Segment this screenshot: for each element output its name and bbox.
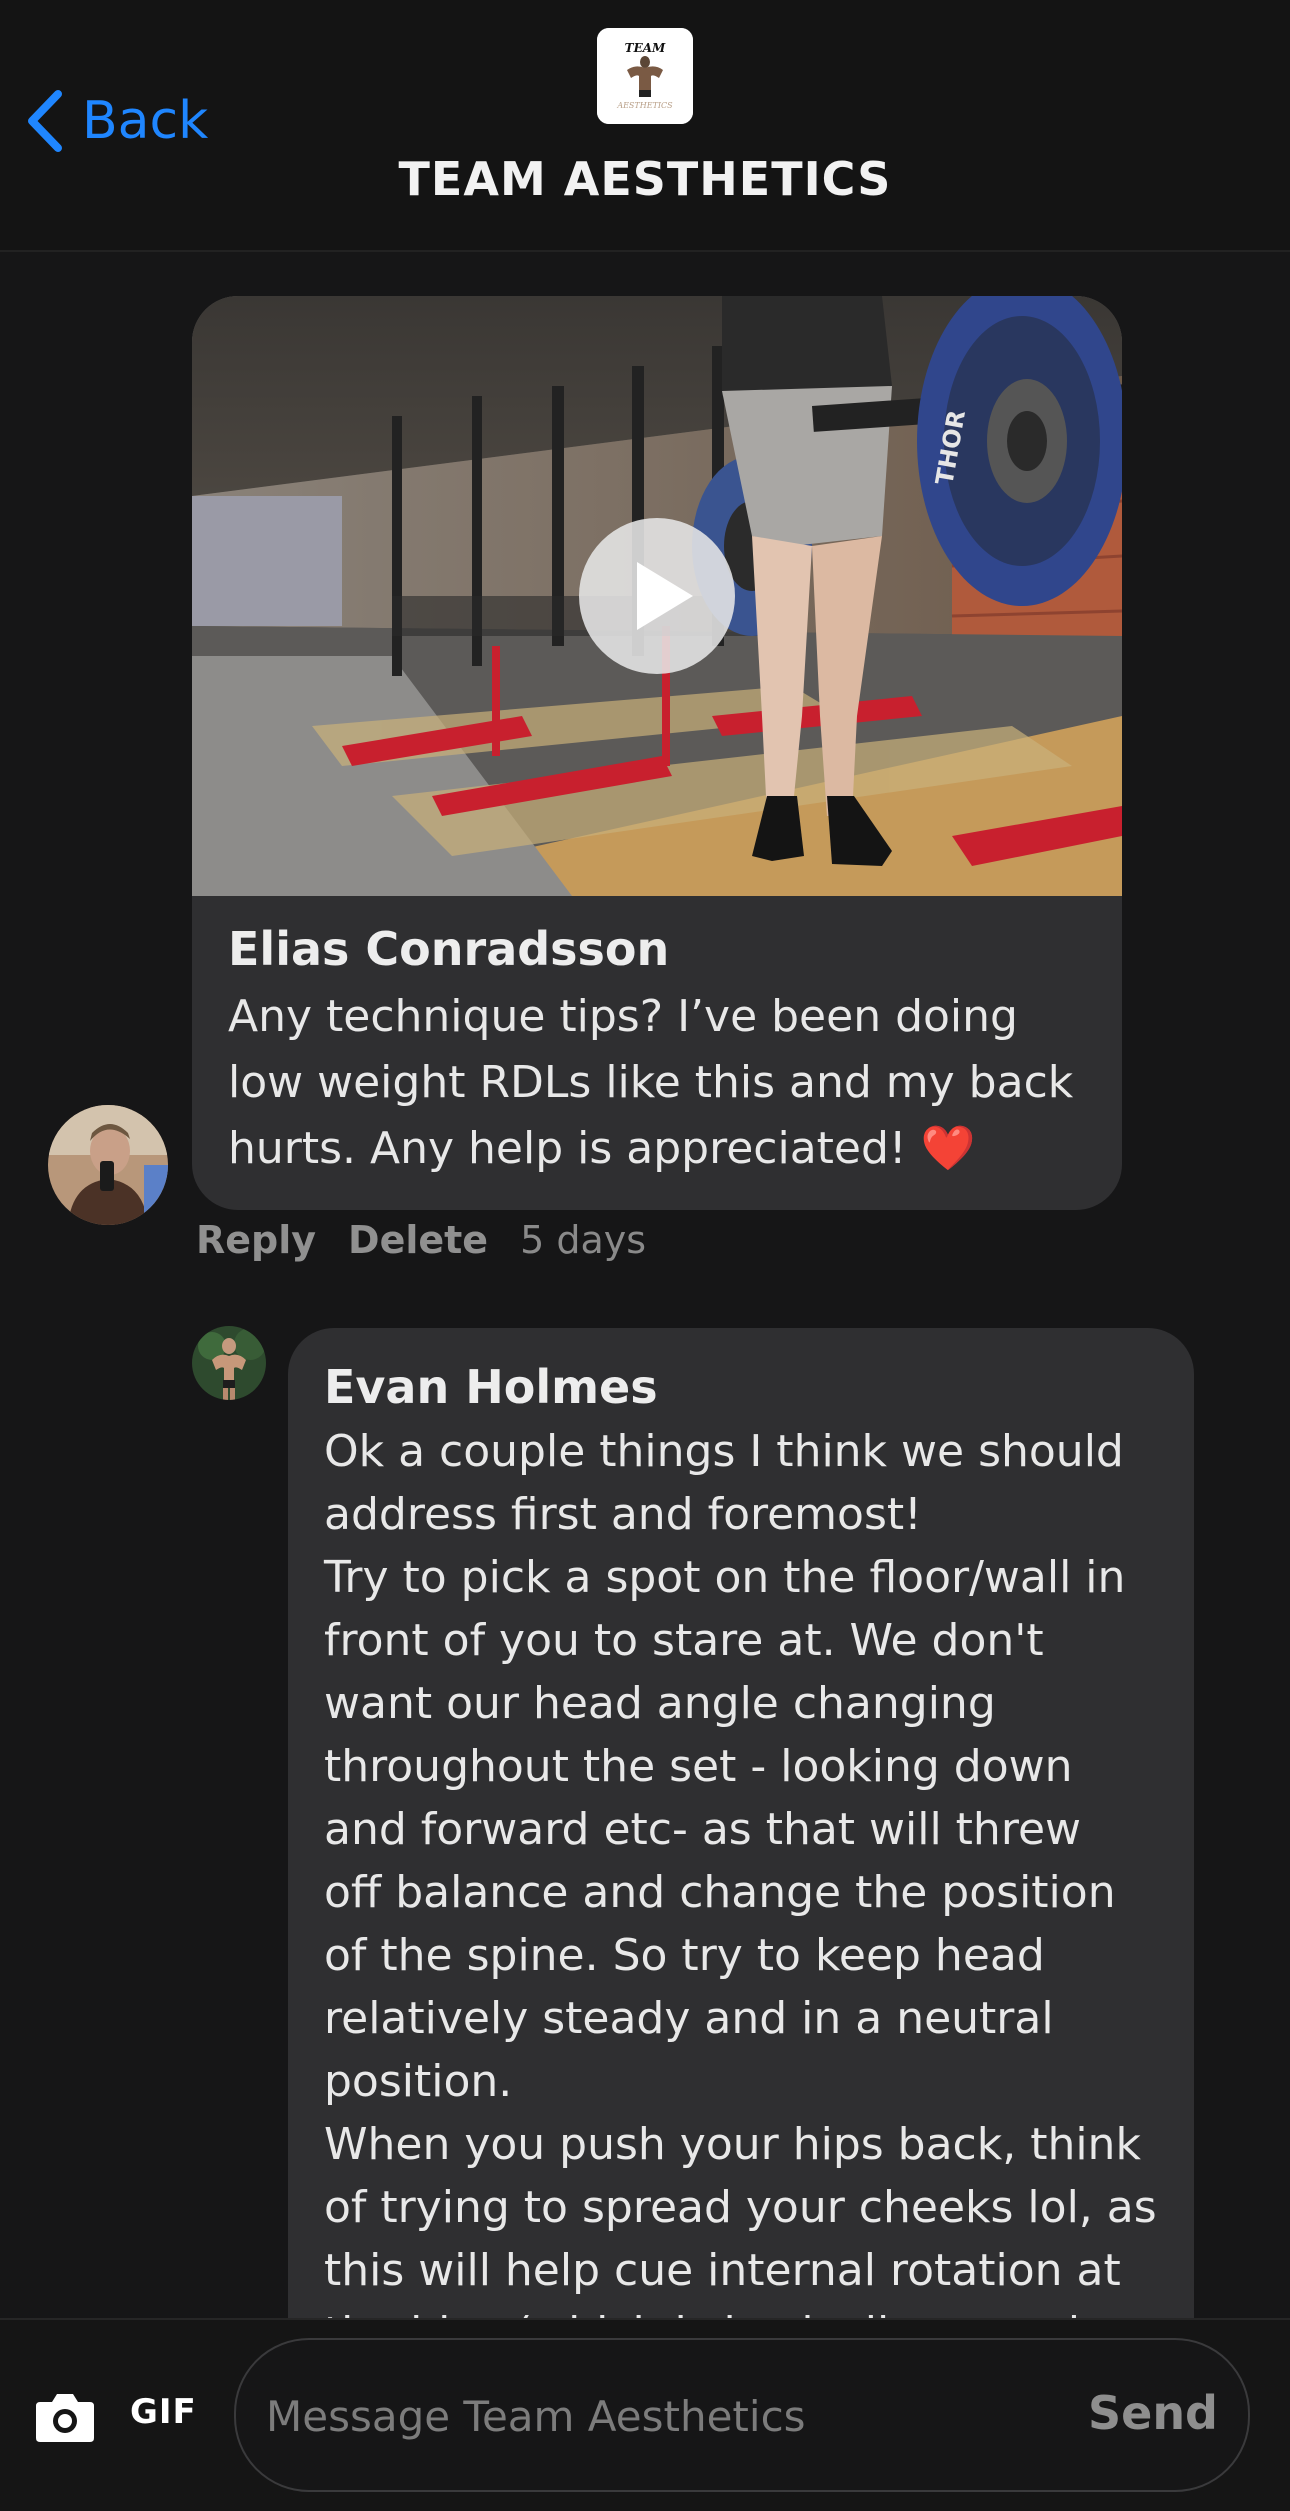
chevron-left-icon [28, 90, 62, 152]
message-input[interactable] [264, 2382, 1028, 2450]
message-composer: GIF Send [0, 2318, 1290, 2511]
camera-icon[interactable] [34, 2388, 96, 2444]
header: Back TEAM AESTHETICS TEAM AESTHETICS [0, 0, 1290, 252]
page-title: TEAM AESTHETICS [398, 152, 892, 206]
play-button[interactable] [579, 518, 735, 674]
reply-button[interactable]: Reply [196, 1218, 316, 1262]
logo-text-bottom: AESTHETICS [616, 101, 673, 110]
back-button[interactable]: Back [24, 84, 208, 158]
gif-button[interactable]: GIF [130, 2392, 197, 2432]
group-logo: TEAM AESTHETICS [597, 28, 693, 124]
logo-text-top: TEAM [625, 41, 666, 55]
delete-button[interactable]: Delete [348, 1218, 488, 1262]
reply-bubble: Evan Holmes Ok a couple things I think w… [288, 1328, 1194, 2428]
message-input-container: Send [234, 2338, 1250, 2492]
post-timestamp: 5 days [520, 1218, 647, 1262]
avatar[interactable] [192, 1326, 266, 1400]
reply-text: Ok a couple things I think we should add… [324, 1426, 1157, 2359]
post-bubble: THOR Elias Conradsson Any technique tips… [192, 296, 1122, 1210]
post-meta: Reply Delete 5 days [196, 1214, 646, 1266]
post-author: Elias Conradsson [228, 922, 670, 976]
post-text: Any technique tips? I’ve been doing low … [228, 984, 1098, 1182]
back-label: Back [82, 91, 209, 151]
send-button[interactable]: Send [1088, 2386, 1218, 2440]
heart-emoji: ❤️ [920, 1123, 976, 1174]
play-icon [637, 562, 693, 630]
reply-author: Evan Holmes [324, 1360, 658, 1414]
avatar[interactable] [48, 1105, 168, 1225]
